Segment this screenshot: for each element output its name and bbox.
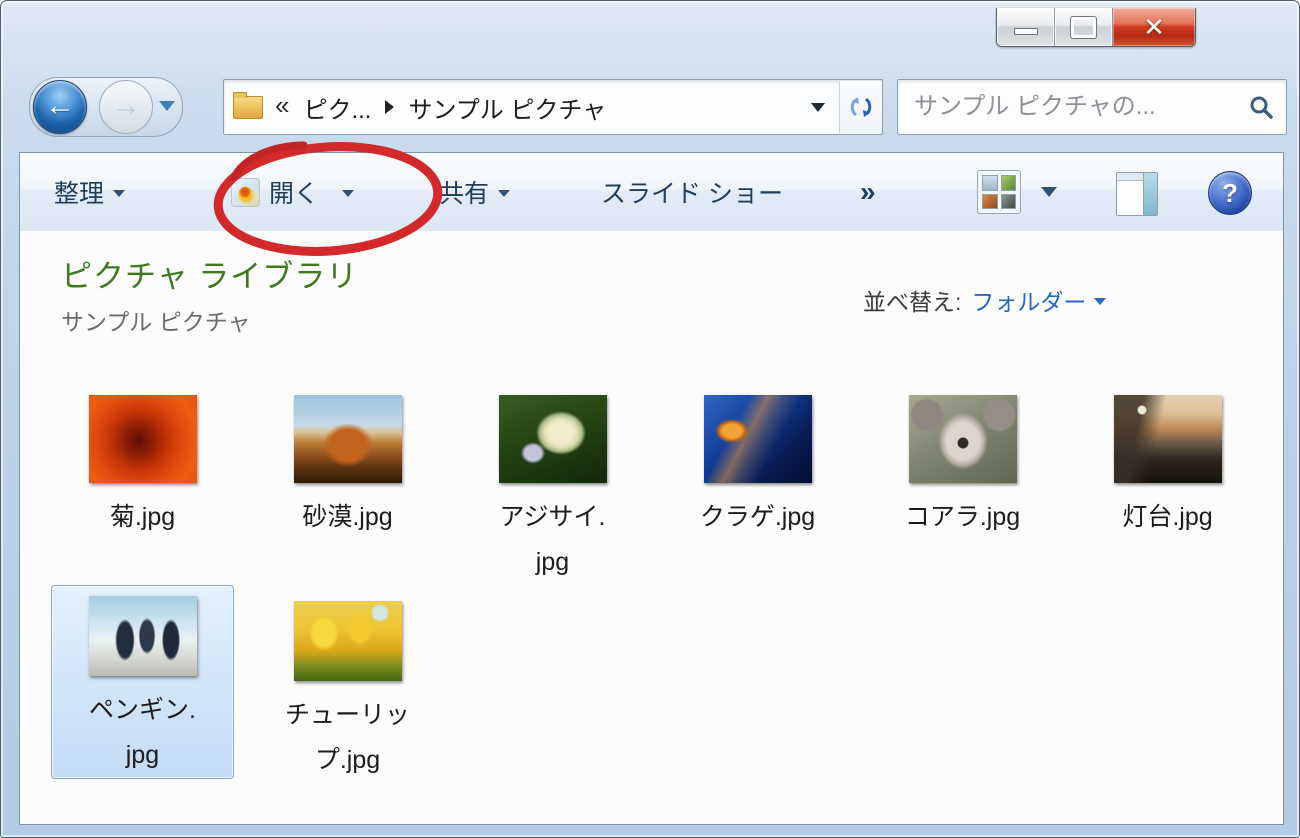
chevron-down-icon	[1094, 298, 1107, 305]
search-box	[897, 79, 1287, 135]
file-cell: 菊.jpg	[40, 387, 245, 585]
file-cell: チューリッ プ.jpg	[245, 581, 450, 783]
sort-value-label: フォルダー	[971, 289, 1087, 315]
preview-pane-button[interactable]	[1116, 172, 1158, 216]
chevron-down-icon	[498, 190, 511, 197]
view-dropdown-icon[interactable]	[1041, 187, 1057, 197]
file-name-label: 灯台.jpg	[1122, 503, 1213, 531]
thumbnail-penguins	[88, 596, 197, 676]
file-item-ajisai[interactable]: アジサイ. jpg	[461, 387, 644, 585]
file-item-kiku[interactable]: 菊.jpg	[51, 387, 234, 540]
file-cell: 砂漠.jpg	[245, 387, 450, 585]
file-cell: クラゲ.jpg	[655, 387, 860, 585]
refresh-button[interactable]	[840, 81, 882, 133]
view-thumb-1	[982, 175, 998, 191]
organize-label: 整理	[54, 180, 105, 208]
file-name-label: クラゲ.jpg	[699, 503, 816, 531]
breadcrumb-parent[interactable]: ピク...	[299, 90, 375, 125]
search-input[interactable]	[912, 92, 1236, 122]
address-dropdown-icon[interactable]	[811, 102, 825, 112]
share-button[interactable]: 共有	[439, 153, 511, 231]
toolbar-overflow-button[interactable]: »	[860, 153, 876, 231]
share-label: 共有	[439, 180, 490, 208]
minimize-button[interactable]	[997, 8, 1055, 46]
file-name-label: チューリッ プ.jpg	[284, 701, 410, 774]
file-name-label: 菊.jpg	[109, 503, 176, 531]
window-controls: ✕	[996, 8, 1196, 47]
sort-bar: 並べ替え: フォルダー	[863, 283, 1107, 317]
address-bar[interactable]: « ピク... サンプル ピクチャ	[223, 79, 883, 135]
thumbnail-jellyfish	[703, 395, 812, 483]
file-item-kurage[interactable]: クラゲ.jpg	[666, 387, 849, 540]
page-subtitle: サンプル ピクチャ	[61, 309, 251, 335]
thumbnail-tulips	[293, 601, 402, 681]
back-arrow-icon: ←	[45, 89, 75, 122]
file-item-koara[interactable]: コアラ.jpg	[871, 387, 1054, 540]
folder-icon	[233, 91, 263, 119]
photo-viewer-icon	[231, 177, 260, 207]
search-icon	[1250, 96, 1273, 119]
file-cell: コアラ.jpg	[860, 387, 1065, 585]
explorer-window: ✕ ← → « ピク... サンプル ピクチャ サンプル ピクチャの... 整理…	[0, 0, 1300, 838]
breadcrumb-current[interactable]: サンプル ピクチャ	[404, 90, 610, 125]
slideshow-button[interactable]: スライド ショー	[601, 153, 783, 231]
file-name-label: 砂漠.jpg	[302, 503, 393, 531]
help-button[interactable]: ?	[1208, 171, 1252, 215]
maximize-icon	[1070, 15, 1097, 39]
file-list-pane: ピクチャ ライブラリ サンプル ピクチャ 並べ替え: フォルダー 菊.jpg 砂…	[20, 231, 1283, 824]
refresh-icon	[850, 97, 872, 117]
file-grid-row-1: 菊.jpg 砂漠.jpg アジサイ. jpg クラゲ.jpg コアラ.jpg 灯…	[40, 387, 1270, 585]
double-chevron-icon: »	[860, 176, 876, 207]
view-thumb-2	[1000, 175, 1016, 191]
file-item-tulip[interactable]: チューリッ プ.jpg	[256, 581, 439, 783]
forward-arrow-icon: →	[111, 89, 141, 122]
back-button[interactable]: ←	[33, 80, 87, 134]
view-thumb-4	[1000, 193, 1016, 209]
chevron-down-icon	[342, 190, 355, 197]
thumbnail-koala	[908, 395, 1017, 483]
close-icon: ✕	[1143, 12, 1165, 42]
question-mark-icon: ?	[1222, 177, 1238, 208]
sort-by-dropdown[interactable]: フォルダー	[971, 283, 1107, 317]
thumbnail-hydrangea	[498, 395, 607, 483]
page-title: ピクチャ ライブラリ	[61, 259, 359, 294]
file-cell: ペンギン. jpg	[40, 581, 245, 783]
recent-pages-dropdown[interactable]	[159, 101, 175, 111]
client-area: 整理 開く 共有 スライド ショー » ? ピクチャ ライブラリ サンプル ピク…	[19, 152, 1284, 825]
slideshow-label: スライド ショー	[601, 180, 783, 208]
open-button[interactable]: 開く	[231, 153, 355, 231]
chevron-down-icon	[113, 190, 126, 197]
organize-button[interactable]: 整理	[54, 153, 126, 231]
file-name-label: ペンギン. jpg	[89, 696, 196, 769]
file-grid-row-2: ペンギン. jpg チューリッ プ.jpg	[40, 581, 450, 783]
file-item-sabaku[interactable]: 砂漠.jpg	[256, 387, 439, 540]
change-view-button[interactable]	[977, 170, 1021, 214]
file-name-label: アジサイ. jpg	[499, 503, 606, 576]
file-cell: アジサイ. jpg	[450, 387, 655, 585]
maximize-button[interactable]	[1055, 8, 1113, 46]
thumbnail-chrysanthemum	[88, 395, 197, 483]
file-cell: 灯台.jpg	[1065, 387, 1270, 585]
thumbnail-lighthouse	[1113, 395, 1222, 483]
forward-button[interactable]: →	[99, 80, 153, 134]
minimize-icon	[1013, 27, 1038, 35]
file-item-penguin-selected[interactable]: ペンギン. jpg	[51, 585, 234, 779]
file-name-label: コアラ.jpg	[904, 503, 1021, 531]
command-toolbar: 整理 開く 共有 スライド ショー » ?	[20, 153, 1283, 232]
breadcrumb-overflow-chevron[interactable]: «	[275, 90, 289, 121]
view-thumb-3	[982, 193, 998, 209]
thumbnail-desert	[293, 395, 402, 483]
file-item-toudai[interactable]: 灯台.jpg	[1076, 387, 1259, 540]
sort-label: 並べ替え:	[863, 289, 962, 315]
breadcrumb-separator-icon	[385, 100, 395, 114]
open-label: 開く	[269, 180, 320, 208]
close-button[interactable]: ✕	[1113, 8, 1195, 46]
